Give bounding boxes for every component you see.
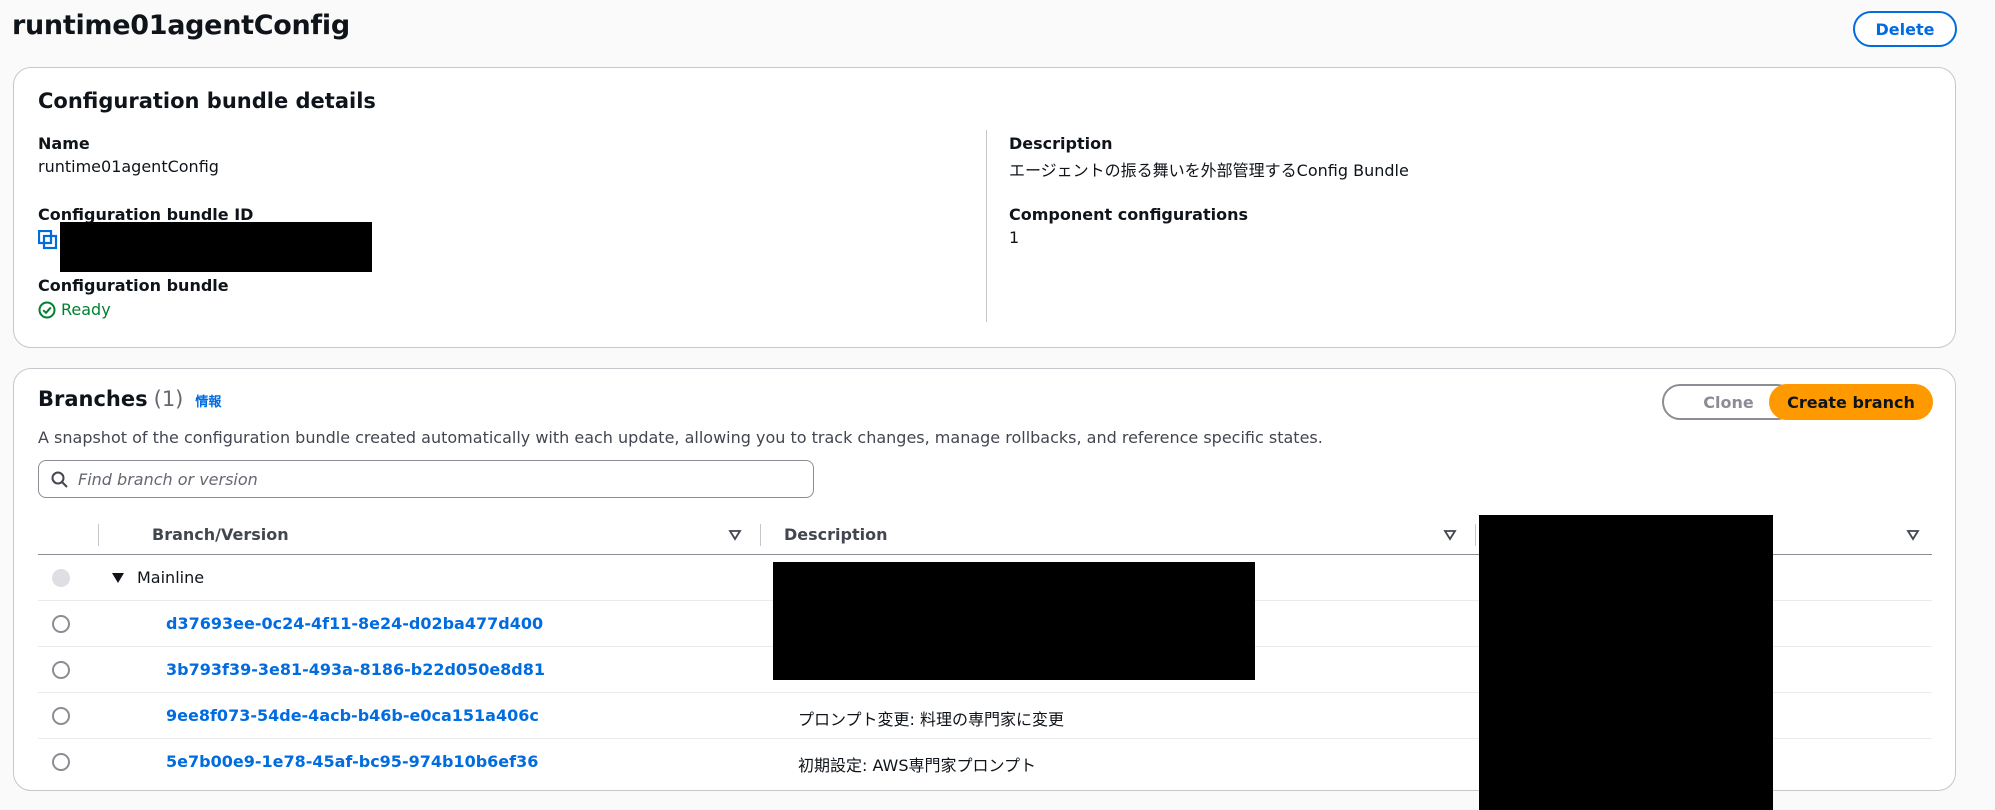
sort-icon[interactable]	[1906, 528, 1920, 542]
description-label: Description	[1009, 134, 1113, 153]
column-header-description[interactable]: Description	[784, 514, 887, 554]
version-link[interactable]: 5e7b00e9-1e78-45af-bc95-974b10b6ef36	[166, 752, 538, 771]
row-radio[interactable]	[52, 661, 70, 679]
column-separator	[1475, 524, 1476, 546]
delete-button[interactable]: Delete	[1853, 11, 1957, 47]
copy-icon[interactable]	[38, 230, 58, 250]
component-configurations-value: 1	[1009, 228, 1020, 247]
column-separator	[760, 524, 761, 546]
page-title: runtime01agentConfig	[12, 10, 350, 41]
search-icon	[51, 471, 68, 488]
description-value: エージェントの振る舞いを外部管理するConfig Bundle	[1009, 161, 1409, 180]
component-configurations-label: Component configurations	[1009, 205, 1248, 224]
row-radio	[52, 569, 70, 587]
details-heading: Configuration bundle details	[38, 89, 376, 113]
sort-icon[interactable]	[728, 528, 742, 542]
create-branch-button[interactable]: Create branch	[1769, 384, 1933, 420]
redacted-descriptions	[773, 562, 1255, 680]
page-header: runtime01agentConfig Delete	[12, 8, 1972, 52]
name-label: Name	[38, 134, 90, 153]
configuration-bundle-details-card: Configuration bundle details Name runtim…	[13, 67, 1956, 348]
info-link[interactable]: 情報	[195, 391, 221, 410]
column-header-branch-version[interactable]: Branch/Version	[152, 514, 289, 554]
status-indicator: Ready	[38, 300, 111, 319]
search-input[interactable]	[78, 469, 778, 489]
redacted-column	[1479, 515, 1773, 810]
check-circle-icon	[38, 301, 56, 318]
version-link[interactable]: d37693ee-0c24-4f11-8e24-d02ba477d400	[166, 614, 543, 633]
column-divider	[986, 130, 987, 322]
branches-count: (1)	[153, 387, 184, 411]
mainline-label: Mainline	[137, 568, 205, 587]
name-value: runtime01agentConfig	[38, 157, 219, 176]
redacted-bundle-id	[60, 222, 372, 272]
version-link[interactable]: 9ee8f073-54de-4acb-b46b-e0ca151a406c	[166, 706, 539, 725]
branches-title: Branches	[38, 387, 148, 411]
version-description: プロンプト変更: 料理の専門家に変更	[798, 710, 1064, 729]
search-field[interactable]	[38, 460, 814, 498]
row-radio[interactable]	[52, 615, 70, 633]
version-link[interactable]: 3b793f39-3e81-493a-8186-b22d050e8d81	[166, 660, 545, 679]
branches-heading: Branches (1) 情報	[38, 387, 221, 411]
row-radio[interactable]	[52, 753, 70, 771]
column-separator	[98, 524, 99, 546]
branches-description: A snapshot of the configuration bundle c…	[38, 428, 1323, 447]
sort-icon[interactable]	[1443, 528, 1457, 542]
caret-down-icon[interactable]	[111, 572, 125, 584]
version-description: 初期設定: AWS専門家プロンプト	[798, 756, 1037, 775]
row-radio[interactable]	[52, 707, 70, 725]
bundle-status-label: Configuration bundle	[38, 276, 229, 295]
status-value: Ready	[61, 300, 111, 319]
